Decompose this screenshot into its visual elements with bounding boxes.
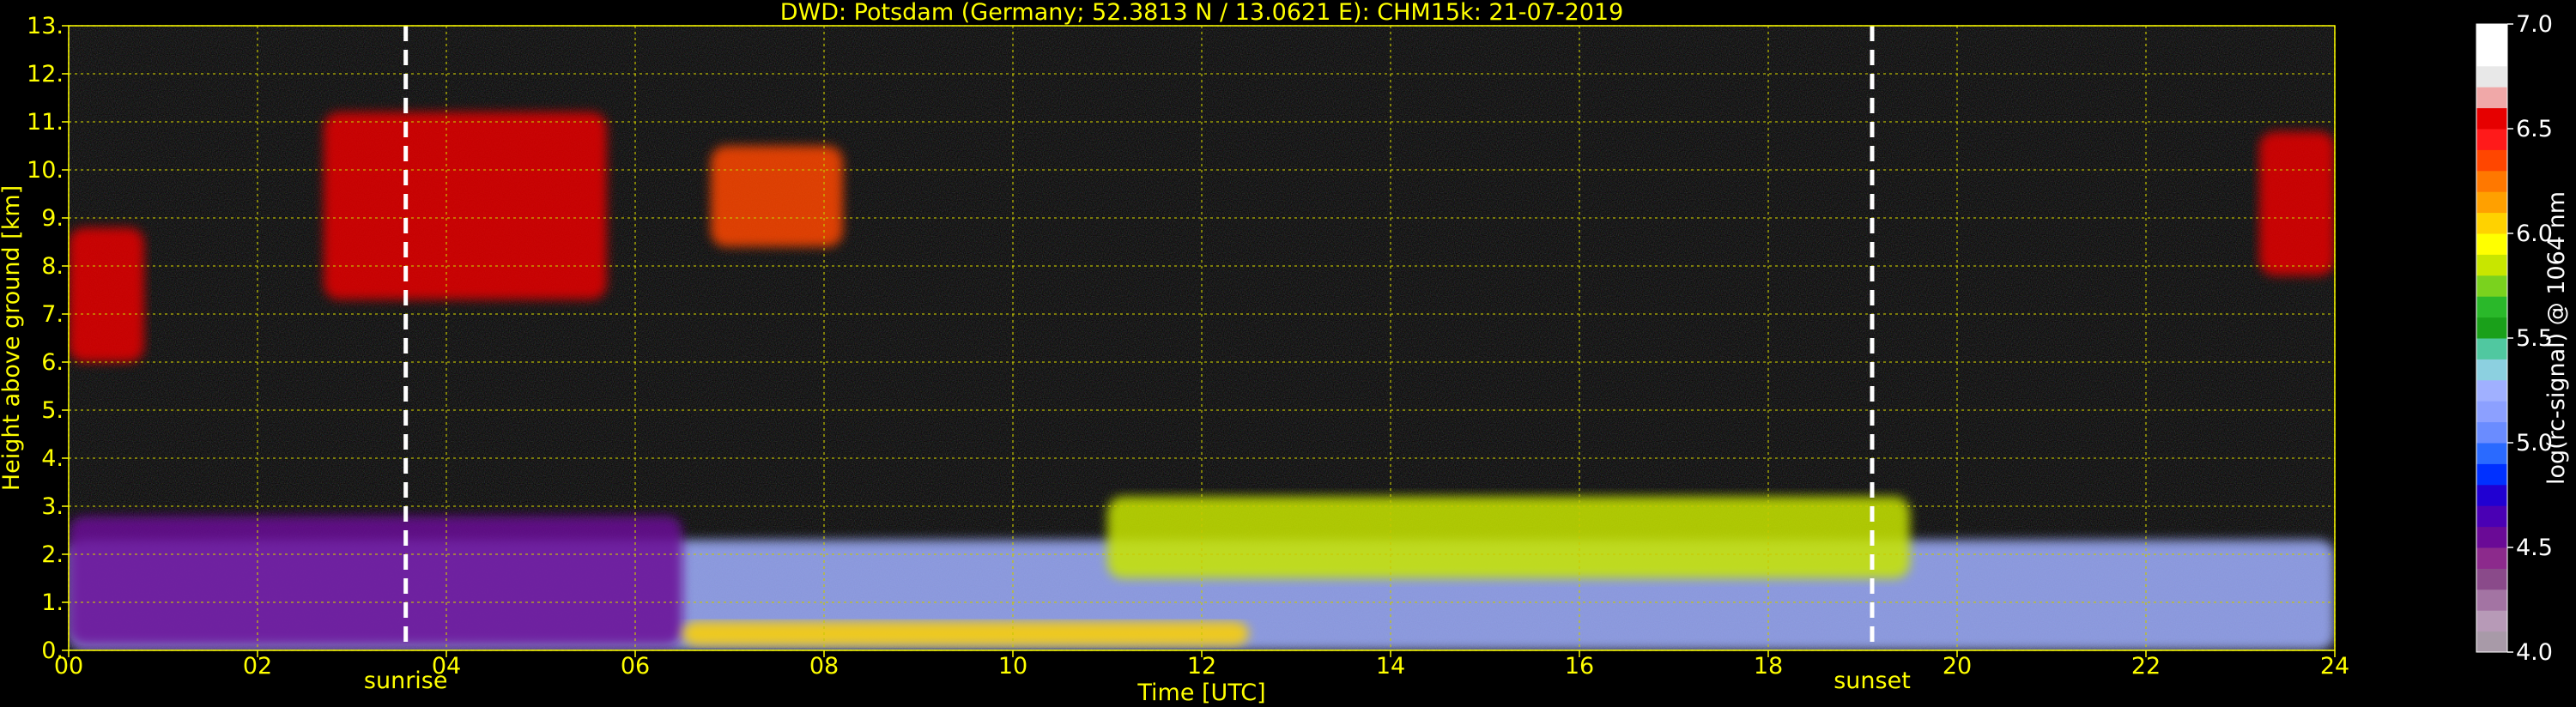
y-tick-label: 6. bbox=[41, 349, 64, 376]
y-tick-label: 11. bbox=[27, 109, 64, 136]
colorbar-segment bbox=[2476, 65, 2507, 88]
chart-title: DWD: Potsdam (Germany; 52.3813 N / 13.06… bbox=[780, 0, 1624, 26]
y-tick-label: 2. bbox=[41, 541, 64, 568]
y-tick-label: 7. bbox=[41, 301, 64, 328]
colorbar-segment bbox=[2476, 631, 2507, 653]
colorbar-segment bbox=[2476, 149, 2507, 172]
x-tick-label: 06 bbox=[621, 653, 650, 680]
y-tick-label: 12. bbox=[27, 61, 64, 88]
colorbar-segment bbox=[2476, 170, 2507, 192]
colorbar-segment bbox=[2476, 547, 2507, 569]
colorbar-segment bbox=[2476, 359, 2507, 381]
feature-cirrus-morning bbox=[324, 112, 607, 300]
x-tick-label: 22 bbox=[2131, 653, 2161, 680]
colorbar-segment bbox=[2476, 191, 2507, 214]
colorbar-segment bbox=[2476, 129, 2507, 150]
colorbar-segment bbox=[2476, 254, 2507, 276]
y-tick-label: 10. bbox=[27, 157, 64, 184]
colorbar-segment bbox=[2476, 401, 2507, 423]
colorbar-tick-label: 4.0 bbox=[2516, 639, 2553, 666]
colorbar-segment bbox=[2476, 443, 2507, 464]
x-tick-label: 04 bbox=[432, 653, 461, 680]
colorbar-segment bbox=[2476, 275, 2507, 297]
colorbar-segment bbox=[2476, 505, 2507, 528]
feature-cirrus-early bbox=[69, 227, 144, 362]
colorbar-segment bbox=[2476, 589, 2507, 611]
y-tick-label: 5. bbox=[41, 397, 64, 424]
y-tick-label: 8. bbox=[41, 253, 64, 280]
colorbar-segment bbox=[2476, 296, 2507, 318]
colorbar-segment bbox=[2476, 87, 2507, 109]
x-tick-label: 12 bbox=[1187, 653, 1216, 680]
colorbar bbox=[2476, 23, 2508, 653]
x-tick-label: 02 bbox=[243, 653, 272, 680]
x-tick-label: 08 bbox=[809, 653, 839, 680]
y-tick-label: 13. bbox=[27, 13, 64, 39]
feature-convective-clouds bbox=[1107, 496, 1910, 578]
colorbar-segment bbox=[2476, 568, 2507, 590]
colorbar-segment bbox=[2476, 379, 2507, 402]
x-tick-label: 18 bbox=[1754, 653, 1783, 680]
y-tick-label: 1. bbox=[41, 589, 64, 616]
ceilometer-chart: sunrise sunset 0.1.2.3.4.5.6.7.8.9.10.11.… bbox=[0, 0, 2570, 706]
colorbar-segment bbox=[2476, 338, 2507, 360]
colorbar-segment bbox=[2476, 610, 2507, 632]
x-tick-label: 00 bbox=[54, 653, 83, 680]
y-tick-label: 3. bbox=[41, 493, 64, 520]
colorbar-tick-label: 4.5 bbox=[2516, 535, 2553, 561]
x-tick-label: 14 bbox=[1376, 653, 1405, 680]
colorbar-segment bbox=[2476, 317, 2507, 339]
colorbar-label: log(rc-signal) @ 1064 nm bbox=[2543, 191, 2570, 485]
feature-cirrus-late bbox=[2259, 131, 2335, 276]
colorbar-segment bbox=[2476, 45, 2507, 67]
colorbar-segment bbox=[2476, 233, 2507, 255]
y-tick-labels: 0.1.2.3.4.5.6.7.8.9.10.11.12.13. bbox=[27, 13, 69, 664]
colorbar-segment bbox=[2476, 421, 2507, 444]
colorbar-tick-label: 6.5 bbox=[2516, 116, 2553, 142]
colorbar-segment bbox=[2476, 24, 2507, 45]
y-axis-label: Height above ground [km] bbox=[0, 185, 25, 491]
x-tick-label: 10 bbox=[998, 653, 1027, 680]
y-tick-label: 9. bbox=[41, 205, 64, 232]
colorbar-segment bbox=[2476, 526, 2507, 548]
colorbar-segment bbox=[2476, 463, 2507, 486]
x-axis-label: Time [UTC] bbox=[1136, 680, 1265, 706]
feature-surface-peak bbox=[682, 621, 1249, 646]
x-tick-label: 20 bbox=[1943, 653, 1972, 680]
colorbar-tick-label: 7.0 bbox=[2516, 11, 2553, 38]
x-tick-label: 16 bbox=[1565, 653, 1594, 680]
colorbar-segment bbox=[2476, 484, 2507, 506]
feature-cirrus-midday bbox=[711, 146, 843, 247]
y-tick-label: 4. bbox=[41, 445, 64, 472]
feature-residual-layer bbox=[69, 516, 682, 646]
colorbar-segment bbox=[2476, 212, 2507, 234]
x-tick-label: 24 bbox=[2320, 653, 2349, 680]
sunset-label: sunset bbox=[1834, 668, 1911, 694]
colorbar-segment bbox=[2476, 107, 2507, 130]
